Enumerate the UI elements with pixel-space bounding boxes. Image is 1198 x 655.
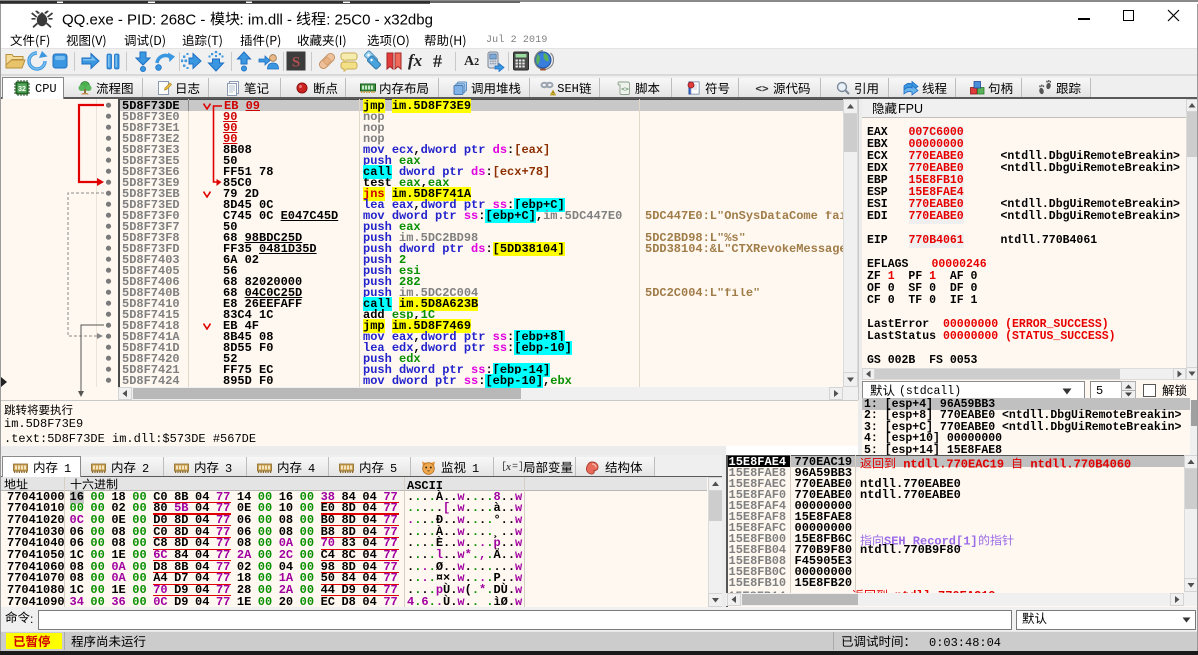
svg-text:<>: <>: [755, 82, 769, 95]
svg-text:S: S: [292, 55, 300, 71]
svg-text:32: 32: [18, 86, 26, 93]
svg-text:<>: <>: [621, 85, 629, 93]
